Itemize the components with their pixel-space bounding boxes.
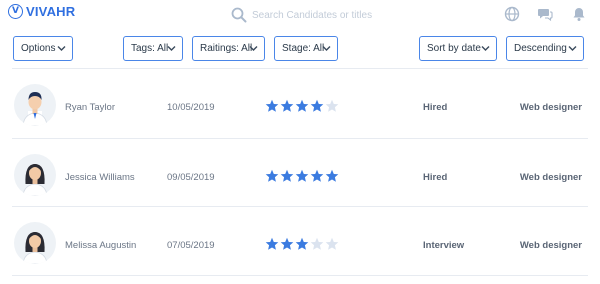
star-filled-icon[interactable]	[295, 237, 309, 251]
candidate-name[interactable]: Jessica Williams	[65, 172, 135, 183]
search-input[interactable]	[252, 6, 472, 24]
filter-bar: Options Tags: All Raitings: All Stage: A…	[0, 36, 600, 62]
female-avatar	[14, 222, 56, 264]
divider	[12, 138, 588, 139]
star-filled-icon[interactable]	[325, 169, 339, 183]
candidate-name[interactable]: Ryan Taylor	[65, 102, 115, 113]
chat-icon[interactable]	[537, 6, 553, 22]
ratings-filter-dropdown[interactable]: Raitings: All	[192, 36, 265, 61]
female-avatar	[14, 154, 56, 196]
star-filled-icon[interactable]	[280, 169, 294, 183]
bell-icon[interactable]	[571, 6, 587, 22]
tags-filter-dropdown[interactable]: Tags: All	[123, 36, 183, 61]
applied-date: 07/05/2019	[167, 240, 215, 251]
job-title: Web designer	[519, 240, 582, 251]
sort-by-dropdown[interactable]: Sort by date	[419, 36, 497, 61]
chevron-down-icon	[481, 46, 490, 51]
sort-order-label: Descending	[514, 43, 567, 54]
stage-status: Interview	[423, 240, 465, 251]
logo-text: VIVAHR	[26, 4, 76, 19]
top-header: V VIVAHR	[0, 0, 600, 28]
star-filled-icon[interactable]	[280, 237, 294, 251]
star-filled-icon[interactable]	[280, 99, 294, 113]
job-title: Web designer	[519, 102, 582, 113]
chevron-down-icon	[568, 46, 577, 51]
stage-status: Hired	[423, 102, 448, 113]
candidate-name[interactable]: Melissa Augustin	[65, 240, 136, 251]
star-filled-icon[interactable]	[295, 99, 309, 113]
star-empty-icon[interactable]	[325, 99, 339, 113]
chevron-down-icon	[322, 46, 331, 51]
stage-status: Hired	[423, 172, 448, 183]
star-filled-icon[interactable]	[265, 169, 279, 183]
job-title: Web designer	[519, 172, 582, 183]
options-label: Options	[21, 43, 56, 54]
stage-filter-label: Stage: All	[282, 43, 325, 54]
options-dropdown[interactable]: Options	[13, 36, 73, 61]
star-filled-icon[interactable]	[310, 99, 324, 113]
applied-date: 09/05/2019	[167, 172, 215, 183]
candidate-row[interactable]: Melissa Augustin 07/05/2019 Interview We…	[0, 209, 600, 277]
chevron-down-icon	[167, 46, 176, 51]
candidate-row[interactable]: Ryan Taylor 10/05/2019 Hired Web designe…	[0, 71, 600, 139]
ratings-filter-label: Raitings: All	[200, 43, 253, 54]
applied-date: 10/05/2019	[167, 102, 215, 113]
star-filled-icon[interactable]	[295, 169, 309, 183]
chevron-down-icon	[249, 46, 258, 51]
star-filled-icon[interactable]	[265, 237, 279, 251]
sort-by-label: Sort by date	[427, 43, 481, 54]
stage-filter-dropdown[interactable]: Stage: All	[274, 36, 338, 61]
chevron-down-icon	[57, 46, 66, 51]
star-filled-icon[interactable]	[265, 99, 279, 113]
male-avatar	[14, 84, 56, 126]
vivahr-logo[interactable]: V VIVAHR	[8, 4, 75, 19]
sort-order-dropdown[interactable]: Descending	[506, 36, 584, 61]
star-rating[interactable]	[265, 237, 339, 251]
star-empty-icon[interactable]	[310, 237, 324, 251]
star-rating[interactable]	[265, 99, 339, 113]
candidate-row[interactable]: Jessica Williams 09/05/2019 Hired Web de…	[0, 141, 600, 209]
star-empty-icon[interactable]	[325, 237, 339, 251]
star-rating[interactable]	[265, 169, 339, 183]
divider	[12, 68, 588, 69]
logo-mark-icon: V	[8, 4, 23, 19]
divider	[12, 206, 588, 207]
tags-filter-label: Tags: All	[131, 43, 169, 54]
divider	[12, 275, 588, 276]
globe-icon[interactable]	[504, 6, 520, 22]
star-filled-icon[interactable]	[310, 169, 324, 183]
search-icon[interactable]	[231, 7, 247, 23]
